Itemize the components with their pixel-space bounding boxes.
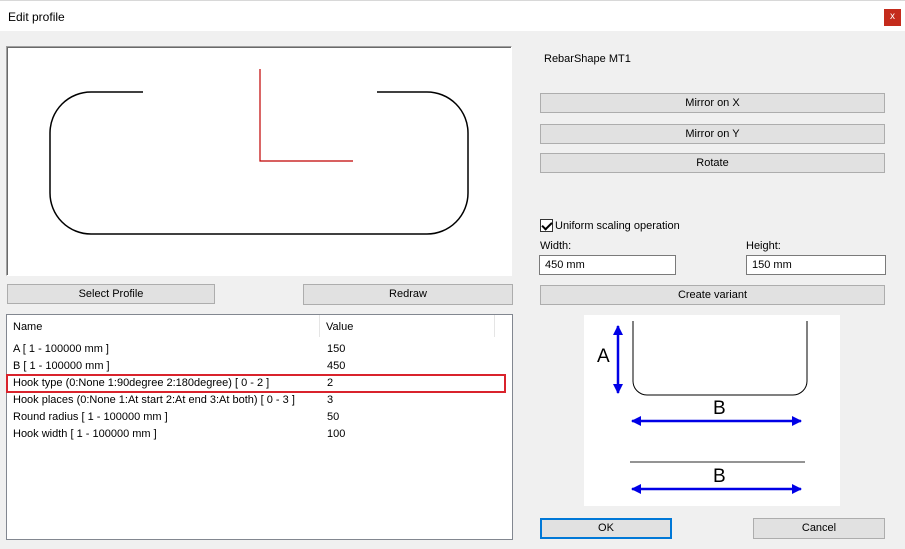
uniform-scaling-label: Uniform scaling operation <box>555 220 680 232</box>
param-name: B [ 1 - 100000 mm ] <box>13 360 110 372</box>
profile-preview-drawing <box>49 69 469 235</box>
mirror-x-button[interactable]: Mirror on X <box>540 93 885 113</box>
uniform-scaling-checkbox[interactable] <box>540 219 553 232</box>
param-value[interactable]: 450 <box>327 358 345 375</box>
shape-dimension-diagram: A B B <box>584 315 840 506</box>
table-row[interactable]: Hook places (0:None 1:At start 2:At end … <box>7 392 512 409</box>
param-name: Hook places (0:None 1:At start 2:At end … <box>13 394 295 406</box>
shape-profile-line <box>632 321 808 396</box>
param-name: A [ 1 - 100000 mm ] <box>13 343 109 355</box>
shape-name-label: RebarShape MT1 <box>544 53 631 65</box>
parameter-grid[interactable]: Name Value A [ 1 - 100000 mm ] 150 B [ 1… <box>6 314 513 540</box>
window-title: Edit profile <box>8 10 65 24</box>
param-value[interactable]: 2 <box>327 375 333 392</box>
table-row[interactable]: Hook width [ 1 - 100000 mm ] 100 <box>7 426 512 443</box>
dimension-b-label: B <box>713 398 726 419</box>
column-header-name[interactable]: Name <box>7 315 320 337</box>
param-value[interactable]: 3 <box>327 392 333 409</box>
dimension-a-label: A <box>597 346 610 367</box>
param-name: Hook type (0:None 1:90degree 2:180degree… <box>13 377 270 389</box>
create-variant-button[interactable]: Create variant <box>540 285 885 305</box>
axis-indicator <box>259 69 353 162</box>
profile-preview-canvas <box>6 46 512 276</box>
rebar-shape-outline <box>49 91 469 235</box>
title-bar: Edit profile x <box>0 0 905 31</box>
height-label: Height: <box>746 240 781 252</box>
ok-button[interactable]: OK <box>540 518 672 539</box>
table-row[interactable]: Round radius [ 1 - 100000 mm ] 50 <box>7 409 512 426</box>
param-value[interactable]: 150 <box>327 341 345 358</box>
table-row-highlighted[interactable]: Hook type (0:None 1:90degree 2:180degree… <box>6 374 506 393</box>
mirror-y-button[interactable]: Mirror on Y <box>540 124 885 144</box>
rotate-button[interactable]: Rotate <box>540 153 885 173</box>
column-header-value[interactable]: Value <box>320 315 495 337</box>
param-name: Hook width [ 1 - 100000 mm ] <box>13 428 157 440</box>
param-name: Round radius [ 1 - 100000 mm ] <box>13 411 168 423</box>
height-field[interactable]: 150 mm <box>746 255 886 275</box>
table-row[interactable]: B [ 1 - 100000 mm ] 450 <box>7 358 512 375</box>
dimension-diagram-drawing: A B B <box>597 321 808 494</box>
select-profile-button[interactable]: Select Profile <box>7 284 215 304</box>
close-button[interactable]: x <box>884 9 901 26</box>
redraw-button[interactable]: Redraw <box>303 284 513 305</box>
cancel-button[interactable]: Cancel <box>753 518 885 539</box>
param-value[interactable]: 100 <box>327 426 345 443</box>
dimension-b2-label: B <box>713 466 726 487</box>
width-field[interactable]: 450 mm <box>539 255 676 275</box>
width-label: Width: <box>540 240 572 252</box>
table-row[interactable]: A [ 1 - 100000 mm ] 150 <box>7 341 512 358</box>
param-value[interactable]: 50 <box>327 409 339 426</box>
